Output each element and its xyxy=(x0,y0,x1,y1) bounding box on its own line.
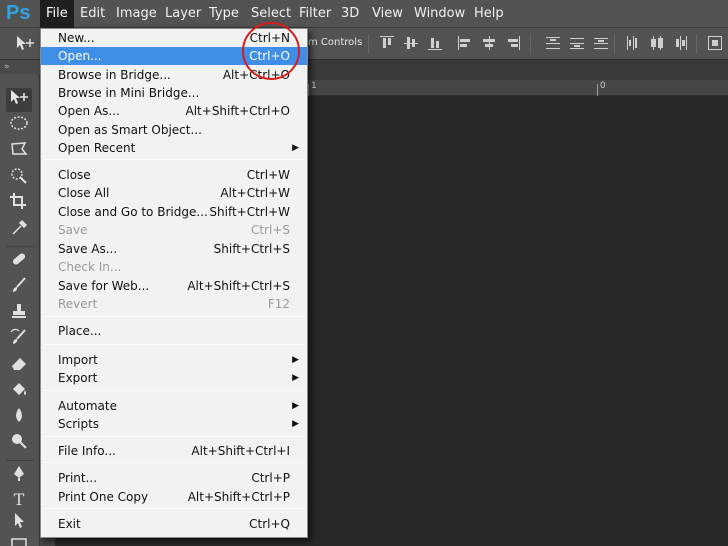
ruler-label: 1 xyxy=(311,81,317,91)
paint-bucket-tool-icon[interactable] xyxy=(6,380,32,404)
menu-file[interactable]: File xyxy=(40,0,74,28)
menu-item-save-as[interactable]: Save As... Shift+Ctrl+S xyxy=(41,240,307,258)
align-vertical-center-icon[interactable] xyxy=(404,36,418,50)
distribute-bottom-icon[interactable] xyxy=(594,36,608,50)
pen-tool-icon[interactable] xyxy=(6,464,32,488)
submenu-arrow-icon: ▶ xyxy=(292,401,299,411)
menu-item-automate[interactable]: Automate ▶ xyxy=(41,397,307,415)
align-bottom-icon[interactable] xyxy=(428,36,442,50)
menu-item-import[interactable]: Import ▶ xyxy=(41,351,307,369)
path-selection-tool-icon[interactable] xyxy=(6,512,32,536)
clone-stamp-tool-icon[interactable] xyxy=(6,302,32,326)
menu-item-browse-in-mini-bridge[interactable]: Browse in Mini Bridge... xyxy=(41,84,307,102)
menu-item-scripts[interactable]: Scripts ▶ xyxy=(41,415,307,433)
menu-item-save-for-web[interactable]: Save for Web... Alt+Shift+Ctrl+S xyxy=(41,277,307,295)
menu-separator xyxy=(43,390,305,391)
menu-item-close-all[interactable]: Close All Alt+Ctrl+W xyxy=(41,184,307,202)
options-separator xyxy=(368,34,369,54)
crop-tool-icon[interactable] xyxy=(6,192,32,216)
brush-tool-icon[interactable] xyxy=(6,276,32,300)
menu-item-save[interactable]: Save Ctrl+S xyxy=(41,221,307,239)
menu-item-file-info[interactable]: File Info... Alt+Shift+Ctrl+I xyxy=(41,442,307,460)
menu-layer[interactable]: Layer xyxy=(159,0,207,28)
menu-separator xyxy=(43,316,305,317)
menu-item-revert[interactable]: Revert F12 xyxy=(41,295,307,313)
distribute-horizontal-center-icon[interactable] xyxy=(650,36,664,50)
eraser-tool-icon[interactable] xyxy=(6,354,32,378)
menu-type[interactable]: Type xyxy=(203,0,245,28)
auto-align-icon[interactable] xyxy=(708,36,722,50)
healing-brush-tool-icon[interactable] xyxy=(6,250,32,274)
lasso-tool-icon[interactable] xyxy=(6,140,32,164)
move-tool-icon[interactable] xyxy=(6,88,32,112)
show-transform-controls-label[interactable]: m Controls xyxy=(308,37,362,48)
distribute-right-icon[interactable] xyxy=(674,36,688,50)
menu-bar: Ps File Edit Image Layer Type Select Fil… xyxy=(0,0,728,28)
submenu-arrow-icon: ▶ xyxy=(292,143,299,153)
rectangle-tool-icon[interactable] xyxy=(6,534,32,546)
menu-item-print-one-copy[interactable]: Print One Copy Alt+Shift+Ctrl+P xyxy=(41,488,307,506)
menu-edit[interactable]: Edit xyxy=(74,0,111,28)
menu-item-open-recent[interactable]: Open Recent ▶ xyxy=(41,139,307,157)
photoshop-logo: Ps xyxy=(6,2,31,24)
options-separator xyxy=(614,34,615,54)
ruler-label: 0 xyxy=(600,81,606,91)
dodge-tool-icon[interactable] xyxy=(6,432,32,456)
tools-panel: T xyxy=(0,74,40,546)
menu-item-place[interactable]: Place... xyxy=(41,322,307,340)
move-tool-icon[interactable] xyxy=(14,34,36,54)
menu-view[interactable]: View xyxy=(366,0,409,28)
submenu-arrow-icon: ▶ xyxy=(292,419,299,429)
annotation-circle xyxy=(242,22,300,80)
submenu-arrow-icon: ▶ xyxy=(292,373,299,383)
align-horizontal-center-icon[interactable] xyxy=(482,36,496,50)
toolbar-collapse-handle[interactable]: » xyxy=(0,60,40,74)
menu-filter[interactable]: Filter xyxy=(293,0,337,28)
marquee-tool-icon[interactable] xyxy=(6,114,32,138)
menu-3d[interactable]: 3D xyxy=(335,0,365,28)
options-separator xyxy=(530,34,531,54)
menu-separator xyxy=(43,344,305,345)
file-menu-dropdown: New... Ctrl+N Open... Ctrl+O Browse in Bri… xyxy=(40,28,308,538)
align-top-icon[interactable] xyxy=(380,36,394,50)
distribute-vertical-center-icon[interactable] xyxy=(570,36,584,50)
submenu-arrow-icon: ▶ xyxy=(292,355,299,365)
menu-separator xyxy=(43,159,305,160)
quick-selection-tool-icon[interactable] xyxy=(6,166,32,190)
distribute-top-icon[interactable] xyxy=(546,36,560,50)
menu-separator xyxy=(43,508,305,509)
menu-separator xyxy=(43,462,305,463)
menu-item-close-and-go-to-bridge[interactable]: Close and Go to Bridge... Shift+Ctrl+W xyxy=(41,203,307,221)
menu-image[interactable]: Image xyxy=(110,0,163,28)
blur-tool-icon[interactable] xyxy=(6,406,32,430)
type-tool-icon[interactable]: T xyxy=(6,488,32,512)
align-left-icon[interactable] xyxy=(458,36,472,50)
menu-item-check-in[interactable]: Check In... xyxy=(41,258,307,276)
menu-item-open-as[interactable]: Open As... Alt+Shift+Ctrl+O xyxy=(41,102,307,120)
menu-item-export[interactable]: Export ▶ xyxy=(41,369,307,387)
menu-item-print[interactable]: Print... Ctrl+P xyxy=(41,469,307,487)
distribute-left-icon[interactable] xyxy=(626,36,640,50)
menu-window[interactable]: Window xyxy=(408,0,471,28)
eyedropper-tool-icon[interactable] xyxy=(6,218,32,242)
menu-item-close[interactable]: Close Ctrl+W xyxy=(41,166,307,184)
align-right-icon[interactable] xyxy=(506,36,520,50)
menu-item-exit[interactable]: Exit Ctrl+Q xyxy=(41,515,307,533)
menu-separator xyxy=(43,436,305,437)
options-separator xyxy=(696,34,697,54)
menu-item-open-as-smart-object[interactable]: Open as Smart Object... xyxy=(41,121,307,139)
menu-help[interactable]: Help xyxy=(468,0,510,28)
history-brush-tool-icon[interactable] xyxy=(6,328,32,352)
